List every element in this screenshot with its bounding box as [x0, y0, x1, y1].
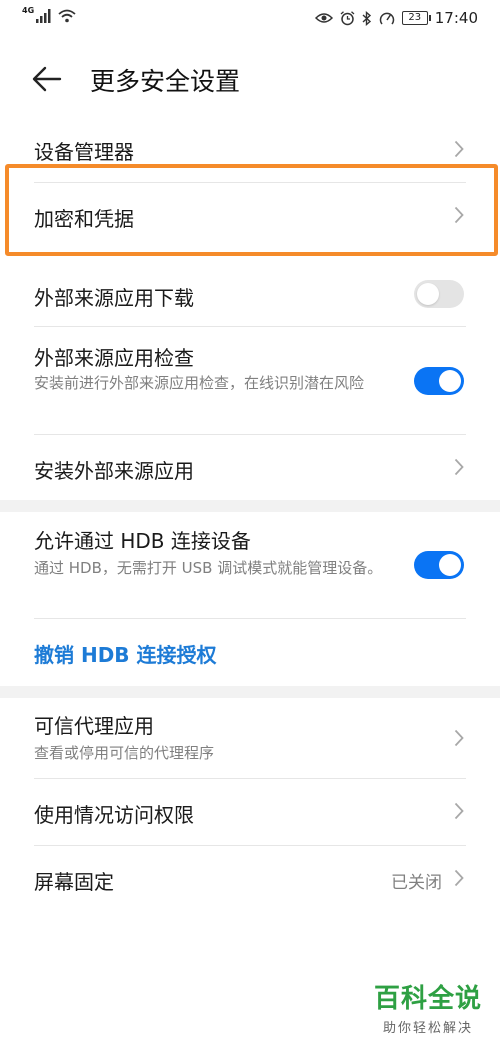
- install-external-apps-item[interactable]: 安装外部来源应用: [0, 435, 500, 499]
- bluetooth-icon: [362, 10, 371, 26]
- status-right: 23 17:40: [314, 9, 478, 27]
- usage-access-item[interactable]: 使用情况访问权限: [0, 779, 500, 845]
- toggle-knob: [439, 554, 461, 576]
- item-label: 屏幕固定: [34, 870, 114, 894]
- trust-agents-item[interactable]: 可信代理应用 查看或停用可信的代理程序: [0, 698, 500, 778]
- chevron-right-icon: [454, 869, 464, 887]
- chevron-right-icon: [454, 458, 464, 476]
- status-left: 4G: [22, 6, 76, 23]
- item-subtitle: 查看或停用可信的代理程序: [34, 744, 215, 762]
- item-subtitle: 通过 HDB，无需打开 USB 调试模式就能管理设备。: [34, 559, 383, 577]
- item-label: 外部来源应用检查: [34, 346, 194, 370]
- toggle-knob: [439, 370, 461, 392]
- page-header: 更多安全设置: [0, 50, 500, 106]
- external-download-toggle[interactable]: [414, 280, 464, 308]
- signal-icon: [36, 9, 51, 23]
- item-label: 允许通过 HDB 连接设备: [34, 529, 251, 553]
- revoke-hdb-link[interactable]: 撤销 HDB 连接授权: [34, 639, 217, 668]
- item-subtitle: 安装前进行外部来源应用检查，在线识别潜在风险: [34, 374, 365, 392]
- status-bar: 4G 23 17:40: [0, 0, 500, 40]
- external-check-toggle[interactable]: [414, 367, 464, 395]
- item-label: 设备管理器: [34, 140, 134, 164]
- screen-pinning-status: 已关闭: [391, 873, 442, 893]
- toggle-knob: [417, 283, 439, 305]
- highlight-box: [5, 164, 498, 256]
- section-gap: [0, 500, 500, 512]
- section-gap: [0, 686, 500, 698]
- watermark-sub: 助你轻松解决: [382, 1021, 473, 1036]
- allow-hdb-toggle[interactable]: [414, 551, 464, 579]
- revoke-hdb-item[interactable]: 撤销 HDB 连接授权: [0, 619, 500, 685]
- chevron-right-icon: [454, 140, 464, 158]
- external-source-check-item[interactable]: 外部来源应用检查 安装前进行外部来源应用检查，在线识别潜在风险: [0, 327, 500, 434]
- watermark-main: 百科全说: [373, 984, 482, 1014]
- item-label: 可信代理应用: [34, 714, 154, 738]
- back-arrow-icon[interactable]: [30, 62, 64, 96]
- page-title: 更多安全设置: [90, 67, 241, 96]
- screen-pinning-item[interactable]: 屏幕固定 已关闭: [0, 846, 500, 912]
- battery-icon: 23: [401, 11, 431, 25]
- item-label: 安装外部来源应用: [34, 459, 194, 483]
- item-label: 外部来源应用下载: [34, 286, 194, 310]
- item-label: 使用情况访问权限: [34, 803, 194, 827]
- eye-icon: [314, 13, 333, 23]
- status-time: 17:40: [434, 9, 478, 27]
- external-source-download-item[interactable]: 外部来源应用下载: [0, 262, 500, 326]
- data-saver-icon: [379, 12, 395, 24]
- chevron-right-icon: [454, 802, 464, 820]
- chevron-right-icon: [454, 729, 464, 747]
- watermark-logo: 百科全说 助你轻松解决: [374, 978, 482, 1036]
- wifi-icon: [58, 9, 76, 23]
- network-type: 4G: [22, 6, 35, 15]
- allow-hdb-item[interactable]: 允许通过 HDB 连接设备 通过 HDB，无需打开 USB 调试模式就能管理设备…: [0, 512, 500, 618]
- alarm-icon: [340, 10, 355, 25]
